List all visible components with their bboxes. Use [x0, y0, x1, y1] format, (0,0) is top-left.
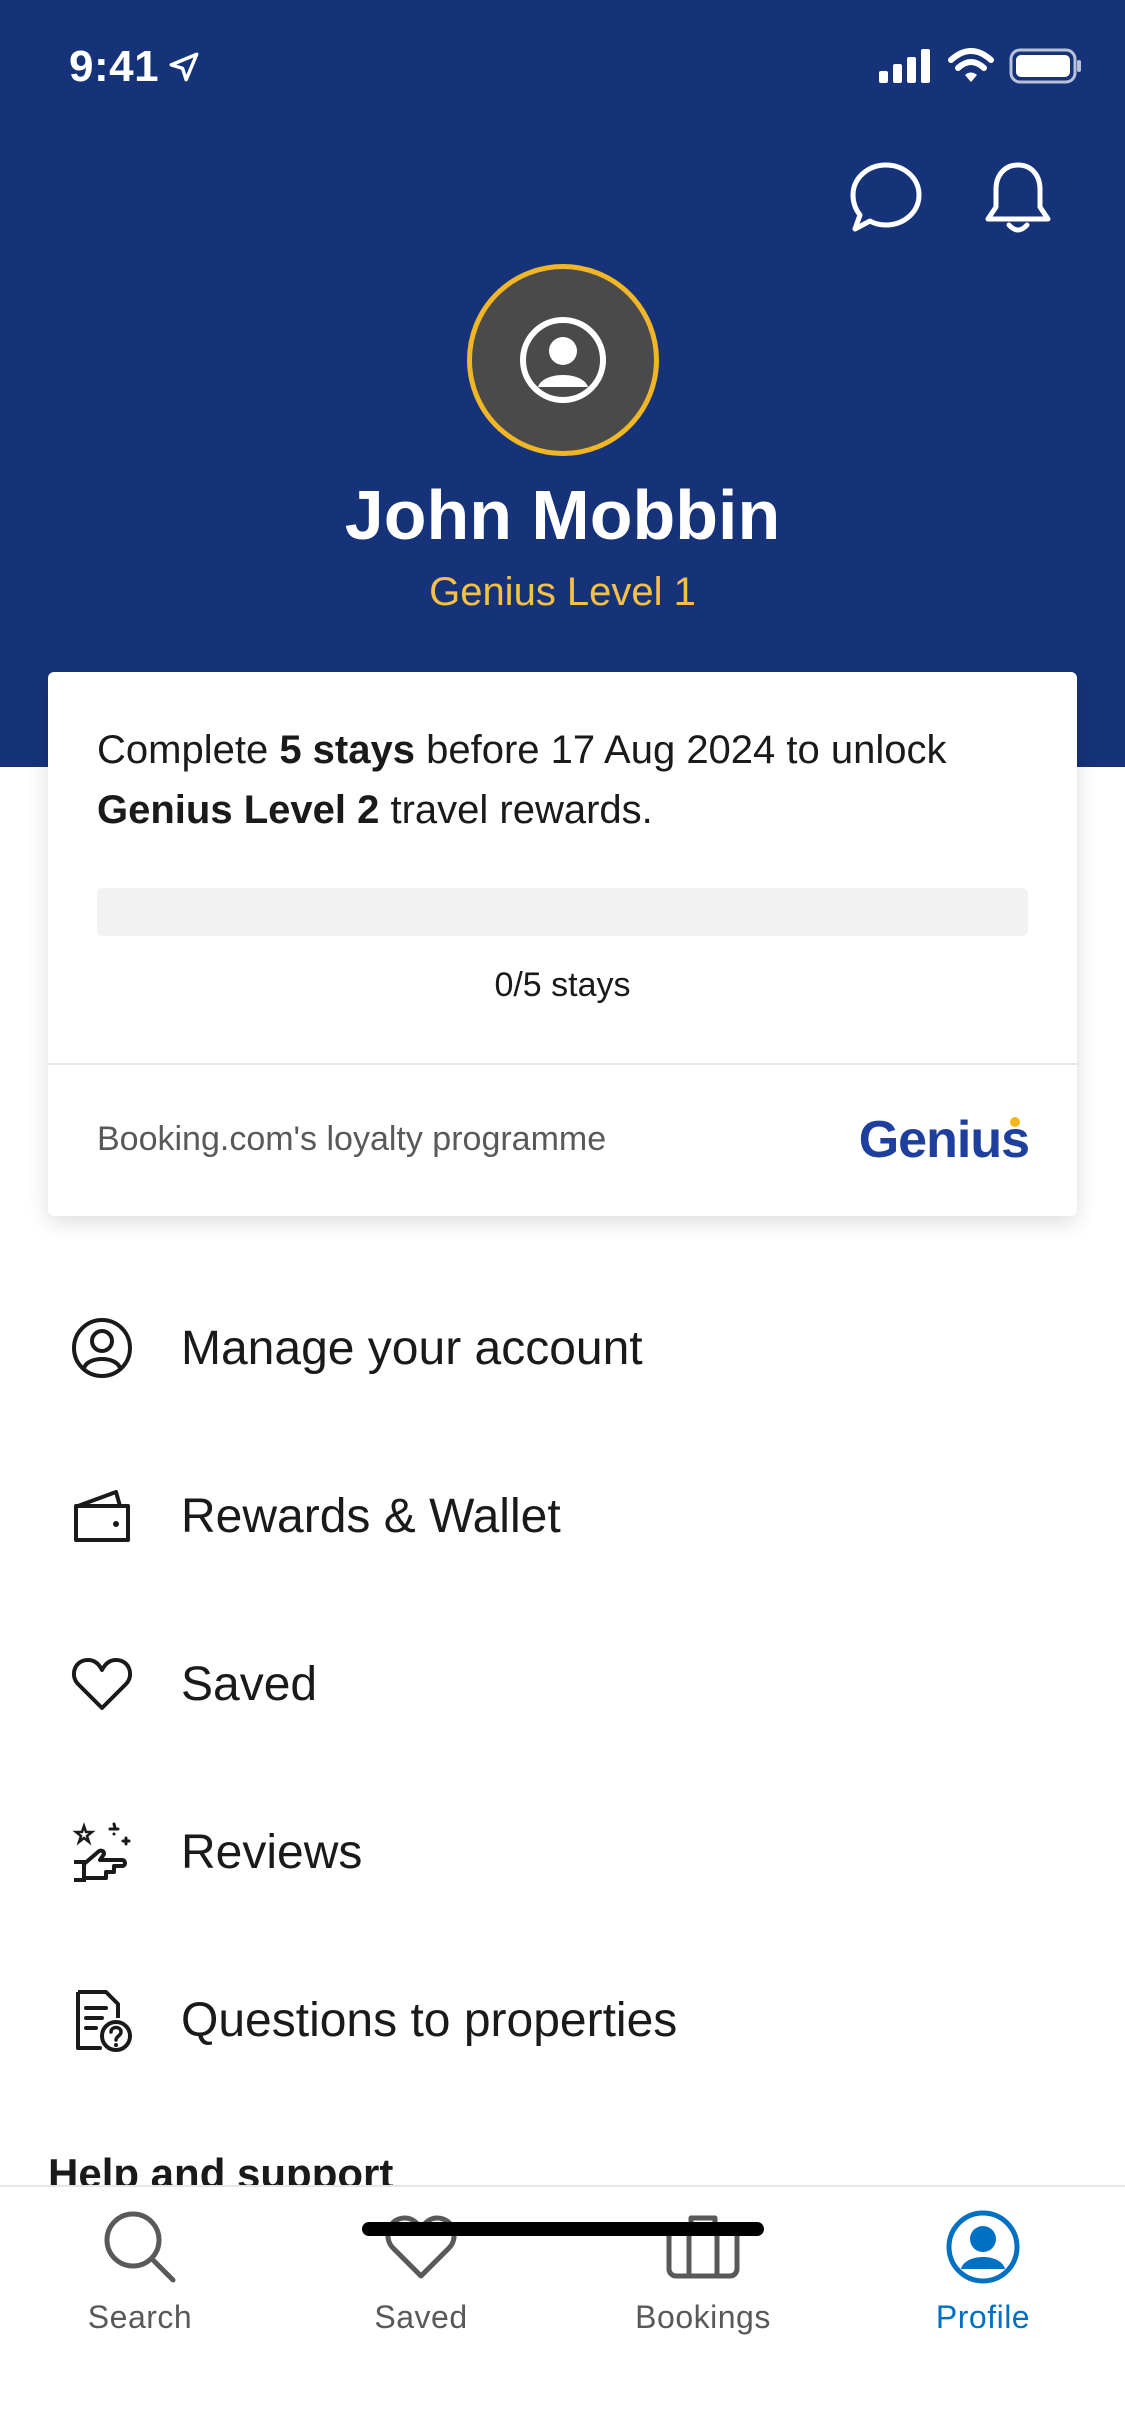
card-divider: [48, 1063, 1077, 1065]
battery-icon: [1009, 48, 1081, 84]
menu-item-label: Saved: [181, 1657, 318, 1711]
genius-logo: Genius: [858, 1111, 1030, 1169]
heart-icon: [68, 1650, 136, 1718]
person-circle-icon: [68, 1314, 136, 1382]
wallet-icon: [68, 1482, 136, 1550]
tab-search[interactable]: Search: [40, 2207, 240, 2347]
briefcase-icon: [663, 2207, 743, 2287]
stays-progress-label: 0/5 stays: [494, 966, 631, 1004]
menu-item-label: Manage your account: [181, 1321, 643, 1375]
tab-label: Search: [87, 2299, 193, 2335]
stays-progress-bar: [97, 888, 1028, 936]
bottom-tab-bar: Search Saved Bookings Profile: [0, 2185, 1125, 2436]
menu-item-manage-account[interactable]: Manage your account: [0, 1288, 1125, 1408]
wifi-icon: [948, 48, 994, 82]
search-icon: [100, 2207, 180, 2287]
genius-progress-card[interactable]: Complete 5 stays before 17 Aug 2024 to u…: [48, 672, 1077, 1216]
profile-name: John Mobbin: [344, 476, 781, 554]
user-avatar-icon: [520, 317, 606, 403]
tab-label: Saved: [374, 2299, 468, 2335]
menu-item-reviews[interactable]: Reviews: [0, 1792, 1125, 1912]
genius-level-label: Genius Level 1: [429, 570, 696, 614]
cellular-signal-icon: [879, 49, 930, 83]
menu-item-saved[interactable]: Saved: [0, 1624, 1125, 1744]
genius-logo-dot: [1010, 1117, 1020, 1127]
profile-header: 9:41 John Mobbin Genius Level 1: [0, 0, 1125, 767]
bell-icon: [985, 162, 1051, 233]
review-hand-icon: [68, 1818, 136, 1886]
chat-bubble-icon: [850, 162, 922, 232]
genius-card-message: Complete 5 stays before 17 Aug 2024 to u…: [97, 728, 947, 832]
chat-button[interactable]: [846, 158, 926, 238]
menu-item-label: Questions to properties: [181, 1993, 678, 2047]
menu-item-label: Rewards & Wallet: [181, 1489, 561, 1543]
profile-icon: [943, 2207, 1023, 2287]
heart-icon: [381, 2207, 461, 2287]
status-bar-time: 9:41: [69, 42, 201, 92]
status-bar-indicators: [879, 48, 1083, 84]
tab-label: Bookings: [635, 2299, 771, 2335]
tab-profile[interactable]: Profile: [883, 2207, 1083, 2347]
notifications-button[interactable]: [978, 158, 1058, 238]
menu-item-rewards-wallet[interactable]: Rewards & Wallet: [0, 1456, 1125, 1576]
home-indicator: [362, 2222, 764, 2236]
avatar[interactable]: [467, 264, 659, 456]
menu-item-questions-to-properties[interactable]: Questions to properties: [0, 1960, 1125, 2080]
tab-label: Profile: [935, 2299, 1031, 2335]
location-arrow-icon: [169, 52, 199, 82]
loyalty-programme-text: Booking.com's loyalty programme: [97, 1120, 607, 1158]
document-question-icon: [68, 1986, 136, 2054]
menu-item-label: Reviews: [181, 1825, 363, 1879]
